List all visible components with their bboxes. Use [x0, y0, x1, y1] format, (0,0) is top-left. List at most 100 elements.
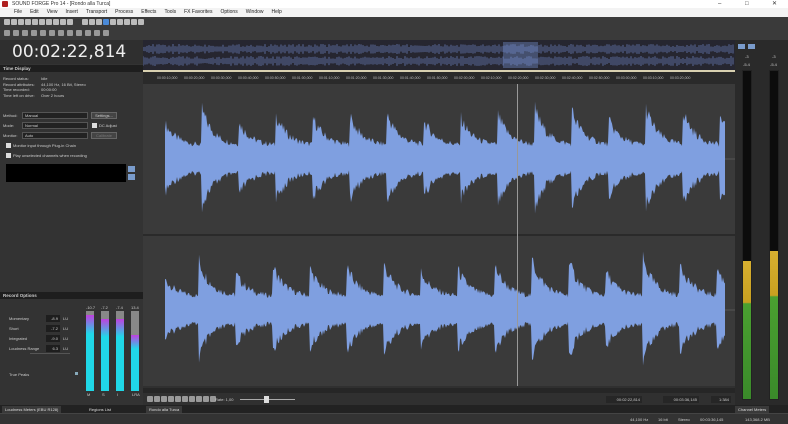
- envelope-icon[interactable]: [124, 19, 130, 25]
- menu-process[interactable]: Process: [115, 8, 133, 17]
- loudness-meter-bar: [86, 311, 94, 391]
- monitor-plugin-label: Monitor input through Plug-in Chain: [13, 143, 76, 148]
- mode-label: Mode:: [3, 123, 15, 128]
- open-icon[interactable]: [11, 19, 17, 25]
- copy-icon[interactable]: [39, 19, 45, 25]
- save-as-icon[interactable]: [25, 19, 31, 25]
- loop-icon[interactable]: [168, 396, 174, 402]
- menu-transport[interactable]: Transport: [86, 8, 107, 17]
- minimize-button[interactable]: –: [718, 0, 721, 8]
- play-unselected-checkbox[interactable]: [6, 153, 11, 158]
- stop-icon[interactable]: [49, 30, 55, 36]
- waveform-display[interactable]: [143, 84, 735, 386]
- close-button[interactable]: ✕: [772, 0, 777, 8]
- pencil-icon[interactable]: [117, 19, 123, 25]
- ruler-tick: 00:02:00,000: [454, 76, 475, 80]
- monitor-plugin-checkbox[interactable]: [6, 143, 11, 148]
- horizontal-scrollbar[interactable]: [143, 388, 735, 393]
- ruler-tick: 00:01:50,000: [427, 76, 448, 80]
- settings-button[interactable]: Settings...: [91, 112, 117, 119]
- ruler-tick: 00:01:10,000: [319, 76, 340, 80]
- trim-icon[interactable]: [53, 19, 59, 25]
- record-options-panel-header: Record Options: [0, 292, 143, 299]
- menu-tools[interactable]: Tools: [164, 8, 176, 17]
- playback-cursor[interactable]: [517, 84, 518, 386]
- zoom-field[interactable]: 1:384: [711, 396, 731, 403]
- title-bar: SOUND FORGE Pro 14 - [Rondo alla Turca] …: [0, 0, 788, 8]
- overview-view-region[interactable]: [503, 42, 538, 68]
- record-icon[interactable]: [4, 30, 10, 36]
- calibrate-button[interactable]: Calibrate: [91, 132, 117, 139]
- window-title: SOUND FORGE Pro 14 - [Rondo alla Turca]: [12, 1, 111, 7]
- go-end-icon[interactable]: [85, 30, 91, 36]
- menu-options[interactable]: Options: [220, 8, 237, 17]
- info-value: Idle: [41, 76, 48, 81]
- tab-loudness-meters[interactable]: Loudness Meters (EBU R128): [2, 406, 62, 413]
- maximize-button[interactable]: □: [745, 0, 749, 8]
- prev-icon[interactable]: [94, 30, 100, 36]
- play-all-icon[interactable]: [22, 30, 28, 36]
- next-icon[interactable]: [103, 30, 109, 36]
- save-icon[interactable]: [18, 19, 24, 25]
- tab-channel-meters[interactable]: Channel Meters: [735, 406, 770, 413]
- mix-icon[interactable]: [60, 19, 66, 25]
- status-disk: 143,368.2 MB: [745, 417, 770, 422]
- menu-fx-favorites[interactable]: FX Favorites: [184, 8, 212, 17]
- go-start-icon[interactable]: [58, 30, 64, 36]
- meter-settings-button[interactable]: [748, 44, 755, 49]
- play-icon[interactable]: [31, 30, 37, 36]
- forward-icon[interactable]: [76, 30, 82, 36]
- pause-icon[interactable]: [40, 30, 46, 36]
- method-label: Method:: [3, 113, 18, 118]
- menu-help[interactable]: Help: [272, 8, 282, 17]
- meter-settings-button[interactable]: [738, 44, 745, 49]
- menu-edit[interactable]: Edit: [30, 8, 39, 17]
- loop-icon[interactable]: [13, 30, 19, 36]
- method-select[interactable]: Manual: [22, 112, 88, 119]
- position-field[interactable]: 00:02:22,814: [606, 396, 642, 403]
- play-icon[interactable]: [182, 396, 188, 402]
- cut-icon[interactable]: [32, 19, 38, 25]
- channel-2-waveform[interactable]: [165, 251, 725, 366]
- repeat-icon[interactable]: [96, 19, 102, 25]
- event-icon[interactable]: [131, 19, 137, 25]
- rate-slider-thumb[interactable]: [264, 396, 269, 403]
- crop-icon[interactable]: [67, 19, 73, 25]
- undo-icon[interactable]: [82, 19, 88, 25]
- record-icon[interactable]: [161, 396, 167, 402]
- new-icon[interactable]: [4, 19, 10, 25]
- redo-icon[interactable]: [89, 19, 95, 25]
- loudness-value: 6.3: [46, 345, 60, 352]
- tab-regions-list[interactable]: Regions List: [86, 406, 114, 413]
- zoom-in-icon[interactable]: [147, 396, 153, 402]
- ruler-tick: 00:00:10,000: [157, 76, 178, 80]
- edit-tool-icon[interactable]: [103, 19, 109, 25]
- paste-icon[interactable]: [46, 19, 52, 25]
- scrub-icon[interactable]: [203, 396, 209, 402]
- menu-view[interactable]: View: [47, 8, 58, 17]
- magnify-icon[interactable]: [110, 19, 116, 25]
- pause-icon[interactable]: [189, 396, 195, 402]
- zoom-out-icon[interactable]: [154, 396, 160, 402]
- menu-file[interactable]: File: [14, 8, 22, 17]
- channel-1-waveform[interactable]: [165, 101, 725, 214]
- stop-icon[interactable]: [175, 396, 181, 402]
- meter-reset-button[interactable]: [128, 174, 135, 180]
- menu-effects[interactable]: Effects: [141, 8, 156, 17]
- dc-adjust-checkbox[interactable]: [92, 123, 97, 128]
- tab-document[interactable]: Rondo alla Turca: [146, 406, 183, 413]
- snapshot-icon[interactable]: [138, 19, 144, 25]
- overview-bar[interactable]: [142, 40, 735, 70]
- time-ruler[interactable]: 00:00:10,000 00:00:20,000 00:00:30,000 00:0…: [143, 70, 735, 84]
- info-value: 00:00:00: [41, 87, 57, 92]
- mode-select[interactable]: Normal: [22, 122, 88, 129]
- meter-options-button[interactable]: [128, 166, 135, 172]
- menu-insert[interactable]: Insert: [65, 8, 78, 17]
- rewind-icon[interactable]: [67, 30, 73, 36]
- go-end-icon[interactable]: [196, 396, 202, 402]
- meter-label: I: [117, 392, 119, 397]
- monitor-select[interactable]: Auto: [22, 132, 88, 139]
- menu-window[interactable]: Window: [246, 8, 264, 17]
- ruler-tick: 00:00:30,000: [211, 76, 232, 80]
- info-label: Time left on drive:: [3, 92, 35, 98]
